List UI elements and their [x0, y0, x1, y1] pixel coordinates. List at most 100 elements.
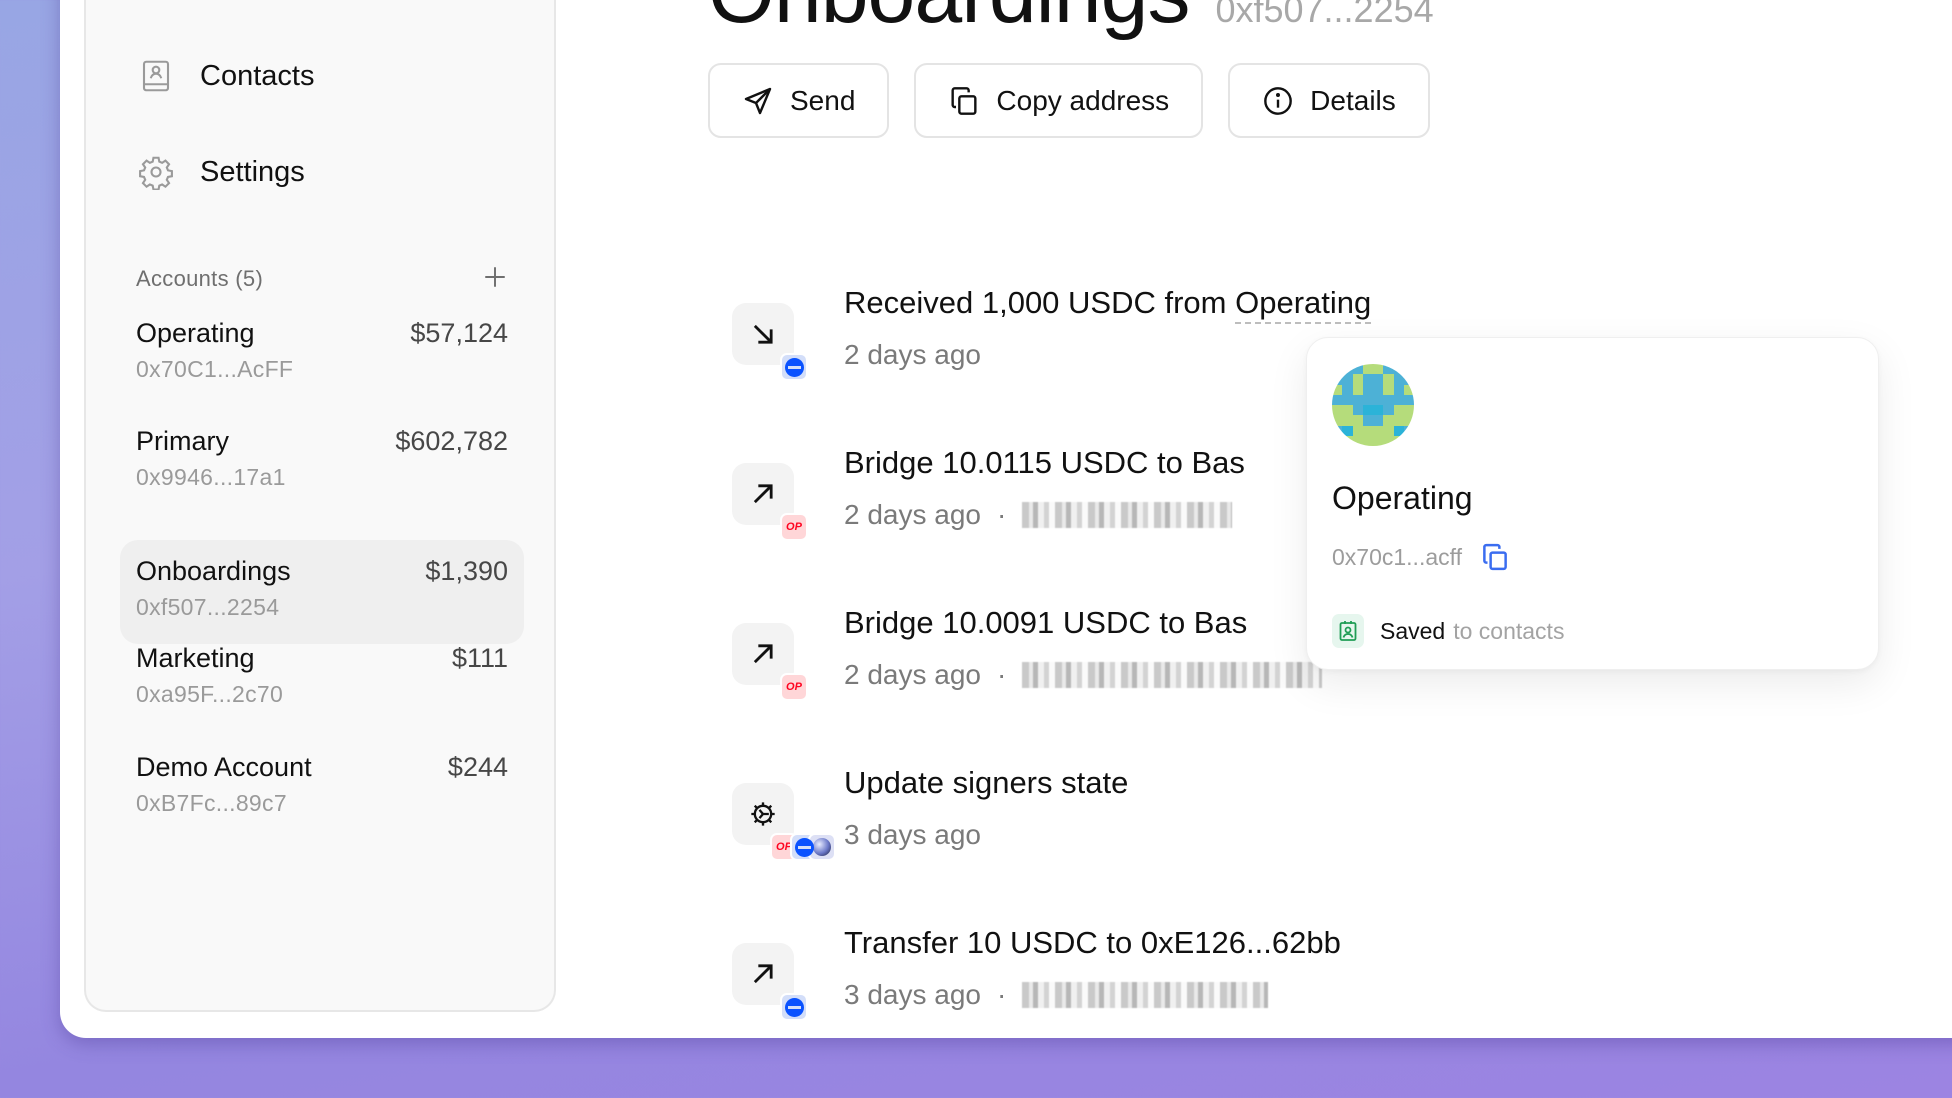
arrow-up-right-icon	[753, 644, 773, 664]
avatar-pixel	[1332, 405, 1343, 416]
avatar-pixel	[1403, 364, 1414, 375]
avatar-pixel	[1383, 394, 1394, 405]
redacted-note	[1022, 982, 1269, 1008]
account-balance: $244	[447, 752, 508, 782]
tx-time: 2 days ago	[844, 659, 981, 690]
account-item-demo-account[interactable]: Demo Account $244 0xB7Fc...89c7	[120, 736, 524, 840]
chain-badges: OP	[770, 833, 836, 861]
avatar-pixel	[1342, 394, 1353, 405]
accounts-header: Accounts (5)	[136, 262, 508, 296]
avatar-pixel	[1373, 435, 1384, 446]
avatar-pixel	[1383, 364, 1394, 375]
send-label: Send	[790, 84, 856, 116]
details-button[interactable]: Details	[1228, 63, 1430, 138]
transaction-row[interactable]: OP Update signers state 3 days ago	[732, 765, 1732, 903]
accounts-count-label: Accounts (5)	[136, 266, 264, 291]
saved-status: Saved to contacts	[1332, 614, 1564, 648]
avatar-pixel	[1352, 364, 1363, 375]
avatar-pixel	[1403, 394, 1414, 405]
tx-title: Update signers state	[844, 765, 1128, 801]
tx-subtitle: 2 days ago	[844, 339, 981, 371]
tx-title-text: Bridge 10.0091 USDC to Bas	[844, 605, 1248, 640]
arrow-down-right-icon	[753, 324, 773, 344]
arrow-up-right-icon	[753, 964, 773, 984]
tx-subtitle: 3 days ago ·	[844, 979, 1269, 1011]
avatar-pixel	[1352, 415, 1363, 426]
sidebar-item-contacts[interactable]: Contacts	[138, 58, 314, 94]
transaction-row[interactable]: Transfer 10 USDC to 0xE126...62bb 3 days…	[732, 925, 1732, 1038]
avatar-pixel	[1362, 374, 1373, 385]
tx-time: 2 days ago	[844, 499, 981, 530]
base-chain-icon	[780, 993, 808, 1021]
avatar-pixel	[1362, 425, 1373, 436]
avatar-pixel	[1373, 394, 1384, 405]
account-balance: $1,390	[425, 556, 508, 586]
account-address: 0xf507...2254	[136, 594, 280, 620]
avatar-pixel	[1373, 415, 1384, 426]
chain-badges	[780, 993, 808, 1021]
avatar-pixel	[1362, 384, 1373, 395]
account-balance: $57,124	[410, 318, 508, 348]
sidebar-item-settings[interactable]: Settings	[138, 154, 305, 190]
avatar-pixel	[1352, 405, 1363, 416]
avatar-pixel	[1352, 384, 1363, 395]
account-balance: $111	[451, 643, 508, 673]
avatar-pixel	[1403, 384, 1414, 395]
avatar-pixel	[1362, 394, 1373, 405]
tx-title-text: Transfer 10 USDC to 0xE126...62bb	[844, 925, 1341, 960]
info-icon	[1264, 86, 1293, 115]
tx-subtitle: 3 days ago	[844, 819, 981, 851]
add-account-button[interactable]	[482, 262, 508, 296]
avatar-pixel	[1393, 384, 1404, 395]
tx-title: Received 1,000 USDC from Operating	[844, 285, 1372, 324]
separator-dot: ·	[997, 979, 1007, 1010]
avatar-pixel	[1393, 405, 1404, 416]
avatar-pixel	[1352, 435, 1363, 446]
account-item-marketing[interactable]: Marketing $111 0xa95F...2c70	[120, 627, 524, 731]
avatar-pixel	[1383, 415, 1394, 426]
avatar-pixel	[1342, 415, 1353, 426]
tx-title-text: Update signers state	[844, 765, 1129, 800]
tx-subtitle: 2 days ago ·	[844, 499, 1233, 531]
avatar-pixel	[1362, 405, 1373, 416]
account-name: Onboardings	[136, 556, 291, 586]
optimism-chain-icon: OP	[780, 673, 808, 701]
account-address: 0x70C1...AcFF	[136, 356, 294, 382]
tx-title: Bridge 10.0115 USDC to Bas	[844, 445, 1245, 481]
avatar-pixel	[1373, 364, 1384, 375]
avatar-pixel	[1362, 415, 1373, 426]
plus-icon	[485, 267, 505, 287]
avatar-pixel	[1403, 405, 1414, 416]
contact-avatar	[1332, 364, 1414, 446]
tx-title-text: Received 1,000 USDC from	[844, 285, 1236, 320]
sidebar-item-label: Settings	[200, 155, 305, 188]
separator-dot: ·	[997, 659, 1007, 690]
avatar-pixel	[1332, 425, 1343, 436]
avatar-pixel	[1342, 405, 1353, 416]
account-item-primary[interactable]: Primary $602,782 0x9946...17a1	[120, 410, 524, 514]
redacted-note	[1022, 502, 1233, 528]
gear-icon	[751, 802, 775, 826]
send-button[interactable]: Send	[708, 63, 890, 138]
counterparty-link[interactable]: Operating	[1235, 285, 1372, 324]
tx-title-text: Bridge 10.0115 USDC to Bas	[844, 445, 1245, 480]
avatar-pixel	[1332, 394, 1343, 405]
redacted-note	[1022, 662, 1323, 688]
avatar-pixel	[1373, 405, 1384, 416]
avatar-pixel	[1393, 415, 1404, 426]
avatar-pixel	[1403, 415, 1414, 426]
avatar-pixel	[1332, 435, 1343, 446]
avatar-pixel	[1342, 384, 1353, 395]
avatar-pixel	[1362, 435, 1373, 446]
avatar-pixel	[1342, 425, 1353, 436]
separator-dot: ·	[997, 499, 1007, 530]
avatar-pixel	[1383, 384, 1394, 395]
avatar-pixel	[1383, 425, 1394, 436]
copy-address-button[interactable]: Copy address	[914, 63, 1204, 138]
account-item-operating[interactable]: Operating $57,124 0x70C1...AcFF	[120, 302, 524, 406]
avatar-pixel	[1393, 435, 1404, 446]
contact-name: Operating	[1332, 480, 1473, 516]
avatar-pixel	[1342, 374, 1353, 385]
account-name: Marketing	[136, 643, 255, 673]
copy-icon[interactable]	[1480, 542, 1510, 572]
